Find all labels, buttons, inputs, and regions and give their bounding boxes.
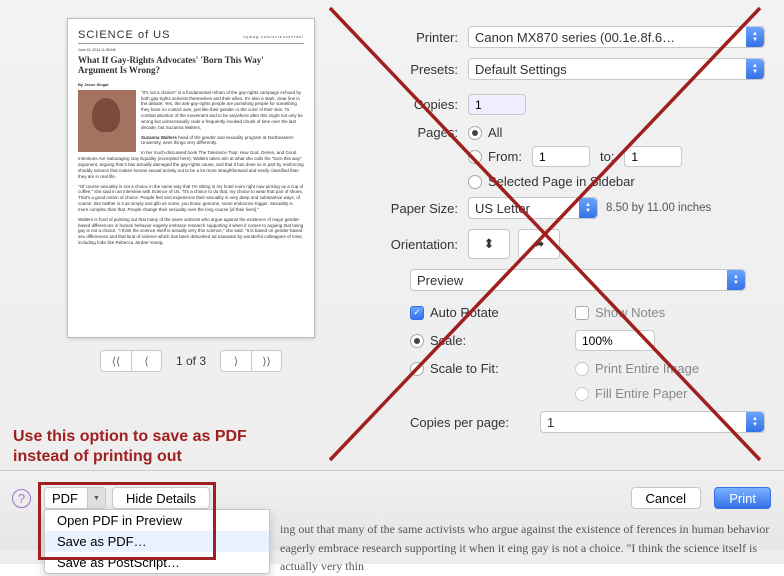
print-label: Print bbox=[729, 491, 756, 506]
background-text: ing out that many of the same activists … bbox=[280, 520, 774, 576]
article-date: June 16, 2014 11:38 AM bbox=[78, 48, 304, 52]
body-p3: In her much-discussed book The Tolerance… bbox=[78, 150, 304, 179]
scale-radio[interactable] bbox=[410, 334, 424, 348]
landscape-icon: ⬌ bbox=[534, 236, 545, 252]
pages-from-radio[interactable] bbox=[468, 150, 482, 164]
body-p4: "Of course sexuality is not a choice in … bbox=[78, 184, 304, 213]
pages-all-radio[interactable] bbox=[468, 126, 482, 140]
portrait-button[interactable]: ⬍ bbox=[468, 229, 510, 259]
to-input[interactable] bbox=[624, 146, 682, 167]
fit-fill-label: Fill Entire Paper bbox=[595, 386, 687, 401]
autorotate-label: Auto Rotate bbox=[430, 305, 499, 320]
help-button[interactable]: ? bbox=[12, 489, 31, 508]
print-options: Printer: Canon MX870 series (00.1e.8f.6…… bbox=[370, 26, 765, 443]
updown-icon: ▲▼ bbox=[746, 412, 764, 432]
pager: ⟨⟨⟨ 1 of 3 ⟩⟩⟩ bbox=[67, 350, 315, 372]
paper-value: US Letter bbox=[475, 201, 530, 216]
pages-label: Pages: bbox=[370, 125, 458, 140]
cancel-label: Cancel bbox=[646, 491, 686, 506]
shownotes-check[interactable] bbox=[575, 306, 589, 320]
site-name: SCIENCE of US bbox=[78, 29, 170, 41]
scale-input[interactable] bbox=[575, 330, 655, 351]
credit: Suzanna Walters bbox=[141, 135, 177, 140]
shownotes-label: Show Notes bbox=[595, 305, 665, 320]
fit-fill-radio bbox=[575, 387, 589, 401]
pages-selected-label: Selected Page in Sidebar bbox=[488, 174, 635, 189]
page-preview: SCIENCE of US nymag.com/scienceofus/ June… bbox=[67, 18, 315, 338]
printer-label: Printer: bbox=[370, 30, 458, 45]
updown-icon: ▲▼ bbox=[579, 198, 597, 218]
copies-input[interactable] bbox=[468, 94, 526, 115]
page-count: 1 of 3 bbox=[176, 354, 206, 368]
printer-select[interactable]: Canon MX870 series (00.1e.8f.6… ▲▼ bbox=[468, 26, 765, 48]
print-dialog: SCIENCE of US nymag.com/scienceofus/ June… bbox=[0, 0, 784, 564]
app-section-select[interactable]: Preview ▲▼ bbox=[410, 269, 746, 291]
annotation-box bbox=[38, 482, 216, 560]
presets-label: Presets: bbox=[370, 62, 458, 77]
site-url: nymag.com/scienceofus/ bbox=[243, 35, 304, 39]
copies-label: Copies: bbox=[370, 97, 458, 112]
cpp-value: 1 bbox=[547, 415, 554, 430]
from-input[interactable] bbox=[532, 146, 590, 167]
updown-icon: ▲▼ bbox=[746, 59, 764, 79]
annotation-text: Use this option to save as PDF instead o… bbox=[13, 427, 253, 467]
paper-label: Paper Size: bbox=[370, 201, 458, 216]
presets-value: Default Settings bbox=[475, 62, 567, 77]
body-p5: Walters is fond of pointing out that man… bbox=[78, 217, 304, 246]
paper-select[interactable]: US Letter ▲▼ bbox=[468, 197, 598, 219]
fit-entire-radio bbox=[575, 362, 589, 376]
printer-value: Canon MX870 series (00.1e.8f.6… bbox=[475, 30, 675, 45]
portrait-icon: ⬍ bbox=[484, 236, 495, 252]
pages-selected-radio[interactable] bbox=[468, 175, 482, 189]
prev-page-icon[interactable]: ⟨ bbox=[131, 351, 161, 371]
last-page-icon[interactable]: ⟩⟩ bbox=[251, 351, 281, 371]
pages-all-label: All bbox=[488, 125, 502, 140]
scalefit-label: Scale to Fit: bbox=[430, 361, 499, 376]
autorotate-check[interactable]: ✓ bbox=[410, 306, 424, 320]
cpp-label: Copies per page: bbox=[410, 415, 509, 430]
pages-to-label: to: bbox=[600, 149, 614, 164]
cpp-select[interactable]: 1 ▲▼ bbox=[540, 411, 765, 433]
paper-dims: 8.50 by 11.00 inches bbox=[606, 202, 711, 214]
page-fwd-group[interactable]: ⟩⟩⟩ bbox=[220, 350, 282, 372]
landscape-button[interactable]: ⬌ bbox=[518, 229, 560, 259]
first-page-icon[interactable]: ⟨⟨ bbox=[101, 351, 131, 371]
next-page-icon[interactable]: ⟩ bbox=[221, 351, 251, 371]
scale-label: Scale: bbox=[430, 333, 466, 348]
byline: By Jesse Singal bbox=[78, 82, 304, 87]
cancel-button[interactable]: Cancel bbox=[631, 487, 701, 509]
scalefit-radio[interactable] bbox=[410, 362, 424, 376]
print-button[interactable]: Print bbox=[714, 487, 771, 509]
orient-label: Orientation: bbox=[370, 237, 458, 252]
presets-select[interactable]: Default Settings ▲▼ bbox=[468, 58, 765, 80]
help-icon: ? bbox=[18, 491, 25, 506]
page-back-group[interactable]: ⟨⟨⟨ bbox=[100, 350, 162, 372]
article-headline: What If Gay-Rights Advocates' 'Born This… bbox=[78, 55, 304, 76]
updown-icon: ▲▼ bbox=[727, 270, 745, 290]
fit-entire-label: Print Entire Image bbox=[595, 361, 699, 376]
app-section-value: Preview bbox=[417, 273, 463, 288]
pages-from-label: From: bbox=[488, 149, 522, 164]
author-photo bbox=[78, 90, 136, 152]
updown-icon: ▲▼ bbox=[746, 27, 764, 47]
preview-pane: SCIENCE of US nymag.com/scienceofus/ June… bbox=[67, 18, 315, 372]
